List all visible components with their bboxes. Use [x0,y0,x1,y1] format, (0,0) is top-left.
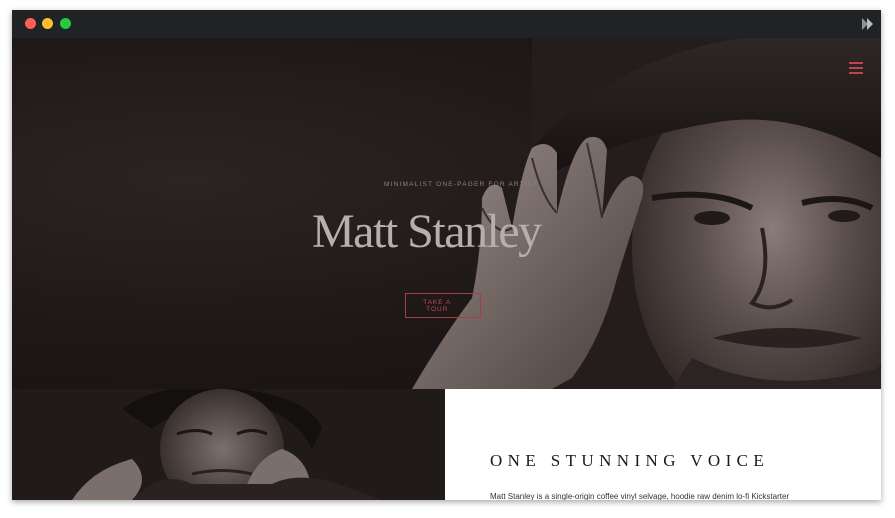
about-heading: ONE STUNNING VOICE [490,451,770,470]
window-titlebar [12,10,881,38]
arrow-right-icon: → [466,302,474,309]
brand-logo-icon [862,18,873,30]
hero-section: MINIMALIST ONE-PAGER FOR ARTIST Matt Sta… [12,38,881,389]
about-section: ONE STUNNING VOICE Matt Stanley is a sin… [445,389,881,500]
maximize-window-button[interactable] [60,18,71,29]
hamburger-menu-icon[interactable] [849,62,863,74]
browser-window: MINIMALIST ONE-PAGER FOR ARTIST Matt Sta… [12,10,881,500]
hero-title: Matt Stanley [312,205,542,258]
about-portrait-image [12,389,445,500]
about-text: Matt Stanley is a single-origin coffee v… [490,492,790,500]
about-portrait-illustration [72,389,382,500]
take-a-tour-label: TAKE A TOUR [423,298,452,313]
close-window-button[interactable] [25,18,36,29]
take-a-tour-button[interactable]: TAKE A TOUR → [405,293,481,318]
hero-kicker: MINIMALIST ONE-PAGER FOR ARTIST [384,181,539,188]
minimize-window-button[interactable] [42,18,53,29]
